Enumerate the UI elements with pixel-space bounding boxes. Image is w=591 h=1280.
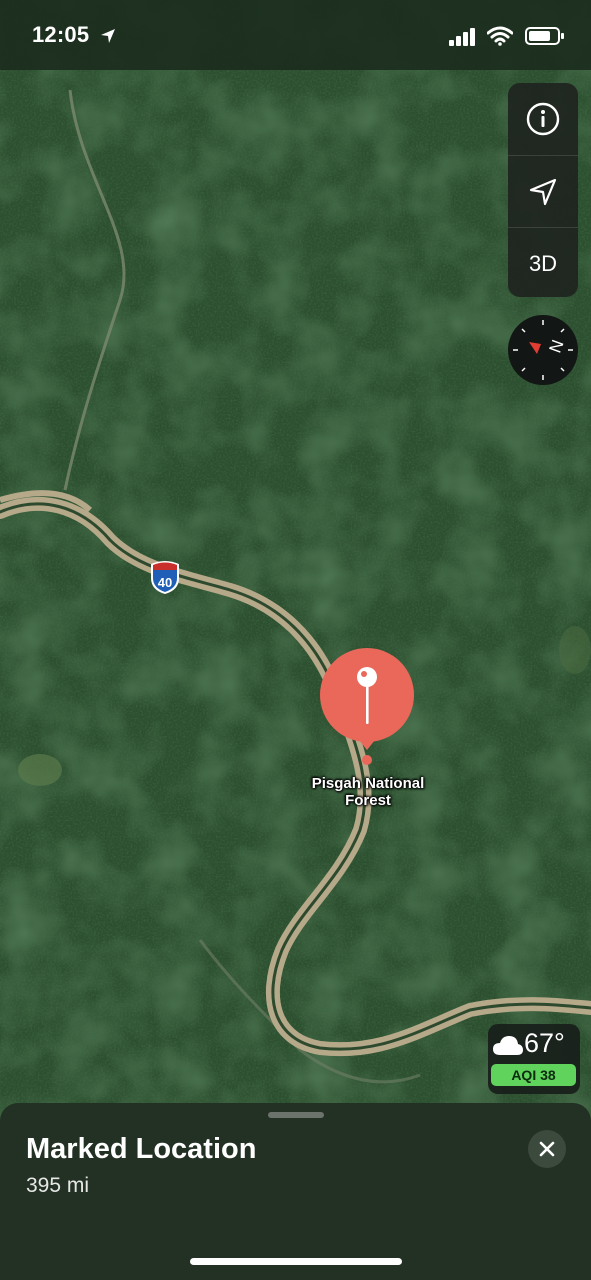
status-bar: 12:05 [0, 0, 591, 70]
pushpin-icon [357, 667, 377, 724]
sheet-grabber[interactable] [268, 1112, 324, 1118]
location-arrow-icon [529, 178, 557, 205]
signal-icon [449, 28, 475, 46]
weather-widget[interactable]: 67° AQI 38 [488, 1024, 580, 1094]
3d-label: 3D [528, 250, 558, 276]
aqi-badge: AQI 38 [491, 1064, 576, 1086]
info-button[interactable] [508, 83, 578, 154]
close-button[interactable] [528, 1130, 566, 1168]
battery-icon [525, 27, 564, 45]
distance-label: 395 mi [26, 1174, 90, 1197]
info-icon [526, 102, 560, 135]
place-card-sheet[interactable]: Marked Location 395 mi [0, 1103, 591, 1280]
compass-icon[interactable]: N [507, 314, 579, 386]
current-location-button[interactable] [508, 155, 578, 227]
close-icon [539, 1141, 555, 1157]
pin-point [362, 755, 372, 765]
3d-button[interactable]: 3D [508, 227, 578, 299]
highway-shield-number: 40 [158, 575, 172, 590]
pin-tail [351, 730, 383, 750]
location-arrow-icon [101, 29, 115, 43]
cloud-icon [493, 1036, 523, 1055]
place-label[interactable]: Pisgah National Forest [288, 775, 448, 809]
place-title: Marked Location [26, 1133, 257, 1165]
wifi-icon [487, 26, 513, 46]
map-controls: 3D [508, 83, 578, 297]
home-indicator[interactable] [190, 1258, 402, 1265]
temperature: 67° [524, 1028, 565, 1058]
status-time: 12:05 [32, 22, 90, 47]
